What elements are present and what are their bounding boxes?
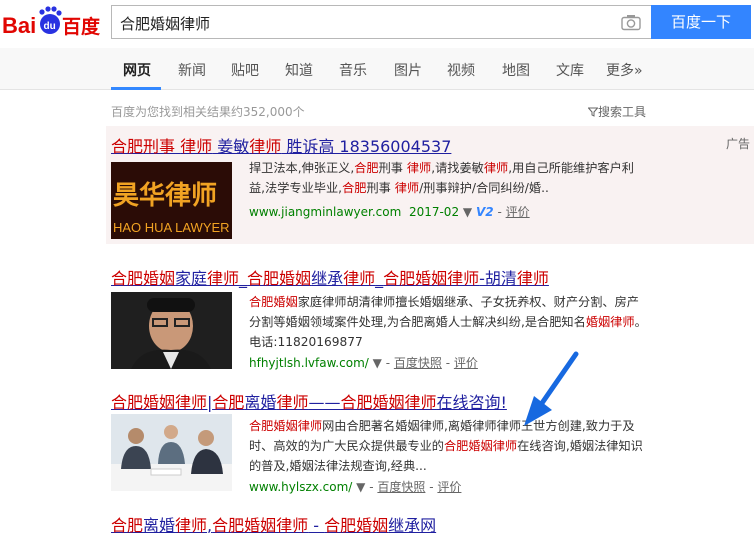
ad-thumbnail[interactable]: 昊华律师 HAO HUA LAWYER	[111, 162, 232, 239]
ad-label: 广告	[726, 137, 751, 151]
tab-zhidao[interactable]: 知道	[285, 60, 313, 80]
snapshot-link[interactable]: 百度快照	[394, 356, 442, 370]
result-3-url: www.hylszx.com/	[249, 480, 353, 494]
tab-images[interactable]: 图片	[394, 60, 422, 80]
result-abstract-ad: 捍卫法本,伸张正义,合肥刑事 律师,请找姜敏律师,用自己所能维护客户利益,法学专…	[249, 161, 634, 195]
search-query-text: 合肥婚姻律师	[120, 15, 211, 33]
search-button[interactable]: 百度一下	[651, 5, 751, 39]
svg-text:du: du	[44, 21, 56, 32]
svg-text:Bai: Bai	[2, 13, 36, 38]
portrait-image	[111, 292, 232, 369]
result-abstract-2: 合肥婚姻家庭律师胡清律师擅长婚姻继承、子女抚养权、财产分割、房产分割等婚姻领域案…	[249, 295, 647, 349]
meeting-thumbnail[interactable]	[111, 414, 232, 491]
result-2-url: hfhyjtlsh.lvfaw.com/	[249, 356, 369, 370]
filter-icon	[587, 107, 599, 117]
tab-more[interactable]: 更多»	[606, 60, 643, 80]
rating-link[interactable]: 评价	[437, 480, 461, 494]
tab-music[interactable]: 音乐	[339, 60, 367, 80]
meeting-image	[111, 414, 232, 491]
result-abstract-3: 合肥婚姻律师网由合肥著名婚姻律师,离婚律师律师王世方创建,致力于及时、高效的为广…	[249, 419, 643, 473]
tab-web[interactable]: 网页	[123, 60, 151, 80]
dropdown-arrow-icon[interactable]: ▼	[356, 480, 365, 494]
dropdown-arrow-icon[interactable]: ▼	[463, 205, 472, 219]
haohua-lawyer-logo: 昊华律师 HAO HUA LAWYER	[111, 162, 232, 239]
rating-link[interactable]: 评价	[506, 205, 530, 219]
annotation-arrow-icon	[524, 351, 579, 426]
tab-wenku[interactable]: 文库	[556, 60, 584, 80]
result-title-3[interactable]: 合肥婚姻律师|合肥离婚律师——合肥婚姻律师在线咨询!	[111, 389, 507, 413]
v2-badge[interactable]: V2	[476, 205, 494, 219]
result-title-4[interactable]: 合肥离婚律师,合肥婚姻律师 - 合肥婚姻继承网	[111, 512, 436, 536]
header: Bai du 百度 合肥婚姻律师 百度一下	[0, 0, 754, 48]
lawyer-portrait-thumbnail[interactable]	[111, 292, 232, 369]
tab-tieba[interactable]: 贴吧	[231, 60, 259, 80]
search-tools-label: 搜索工具	[598, 105, 647, 119]
snapshot-link[interactable]: 百度快照	[377, 480, 425, 494]
ad-date: 2017-02	[408, 205, 460, 219]
result-url-3[interactable]: www.hylszx.com/ ▼ - 百度快照 - 评价	[249, 478, 461, 495]
dropdown-arrow-icon[interactable]: ▼	[373, 356, 382, 370]
tab-map[interactable]: 地图	[502, 60, 530, 80]
ad-url: www.jiangminlawyer.com	[249, 205, 402, 219]
search-input[interactable]: 合肥婚姻律师	[111, 5, 651, 39]
tab-video[interactable]: 视频	[447, 60, 475, 80]
result-title-ad[interactable]: 合肥刑事 律师 姜敏律师 胜诉高 18356004537	[111, 133, 451, 157]
svg-text:百度: 百度	[62, 15, 101, 38]
search-tools-button[interactable]: 搜索工具	[587, 103, 647, 120]
baidu-logo[interactable]: Bai du 百度	[2, 6, 104, 40]
result-url-2[interactable]: hfhyjtlsh.lvfaw.com/ ▼ - 百度快照 - 评价	[249, 354, 478, 371]
rating-link[interactable]: 评价	[454, 356, 478, 370]
thumb-text-top: 昊华律师	[113, 180, 217, 211]
tab-news[interactable]: 新闻	[178, 60, 206, 80]
camera-icon[interactable]	[621, 14, 641, 31]
result-count: 百度为您找到相关结果约352,000个	[111, 105, 305, 119]
result-title-2[interactable]: 合肥婚姻家庭律师_合肥婚姻继承律师_合肥婚姻律师-胡清律师	[111, 265, 549, 289]
nav-tabs: 网页 新闻 贴吧 知道 音乐 图片 视频 地图 文库 更多»	[0, 48, 754, 90]
thumb-text-bottom: HAO HUA LAWYER	[113, 220, 230, 235]
active-tab-indicator	[111, 87, 161, 90]
result-url-ad[interactable]: www.jiangminlawyer.com 2017-02 ▼ V2 - 评价	[249, 203, 530, 220]
